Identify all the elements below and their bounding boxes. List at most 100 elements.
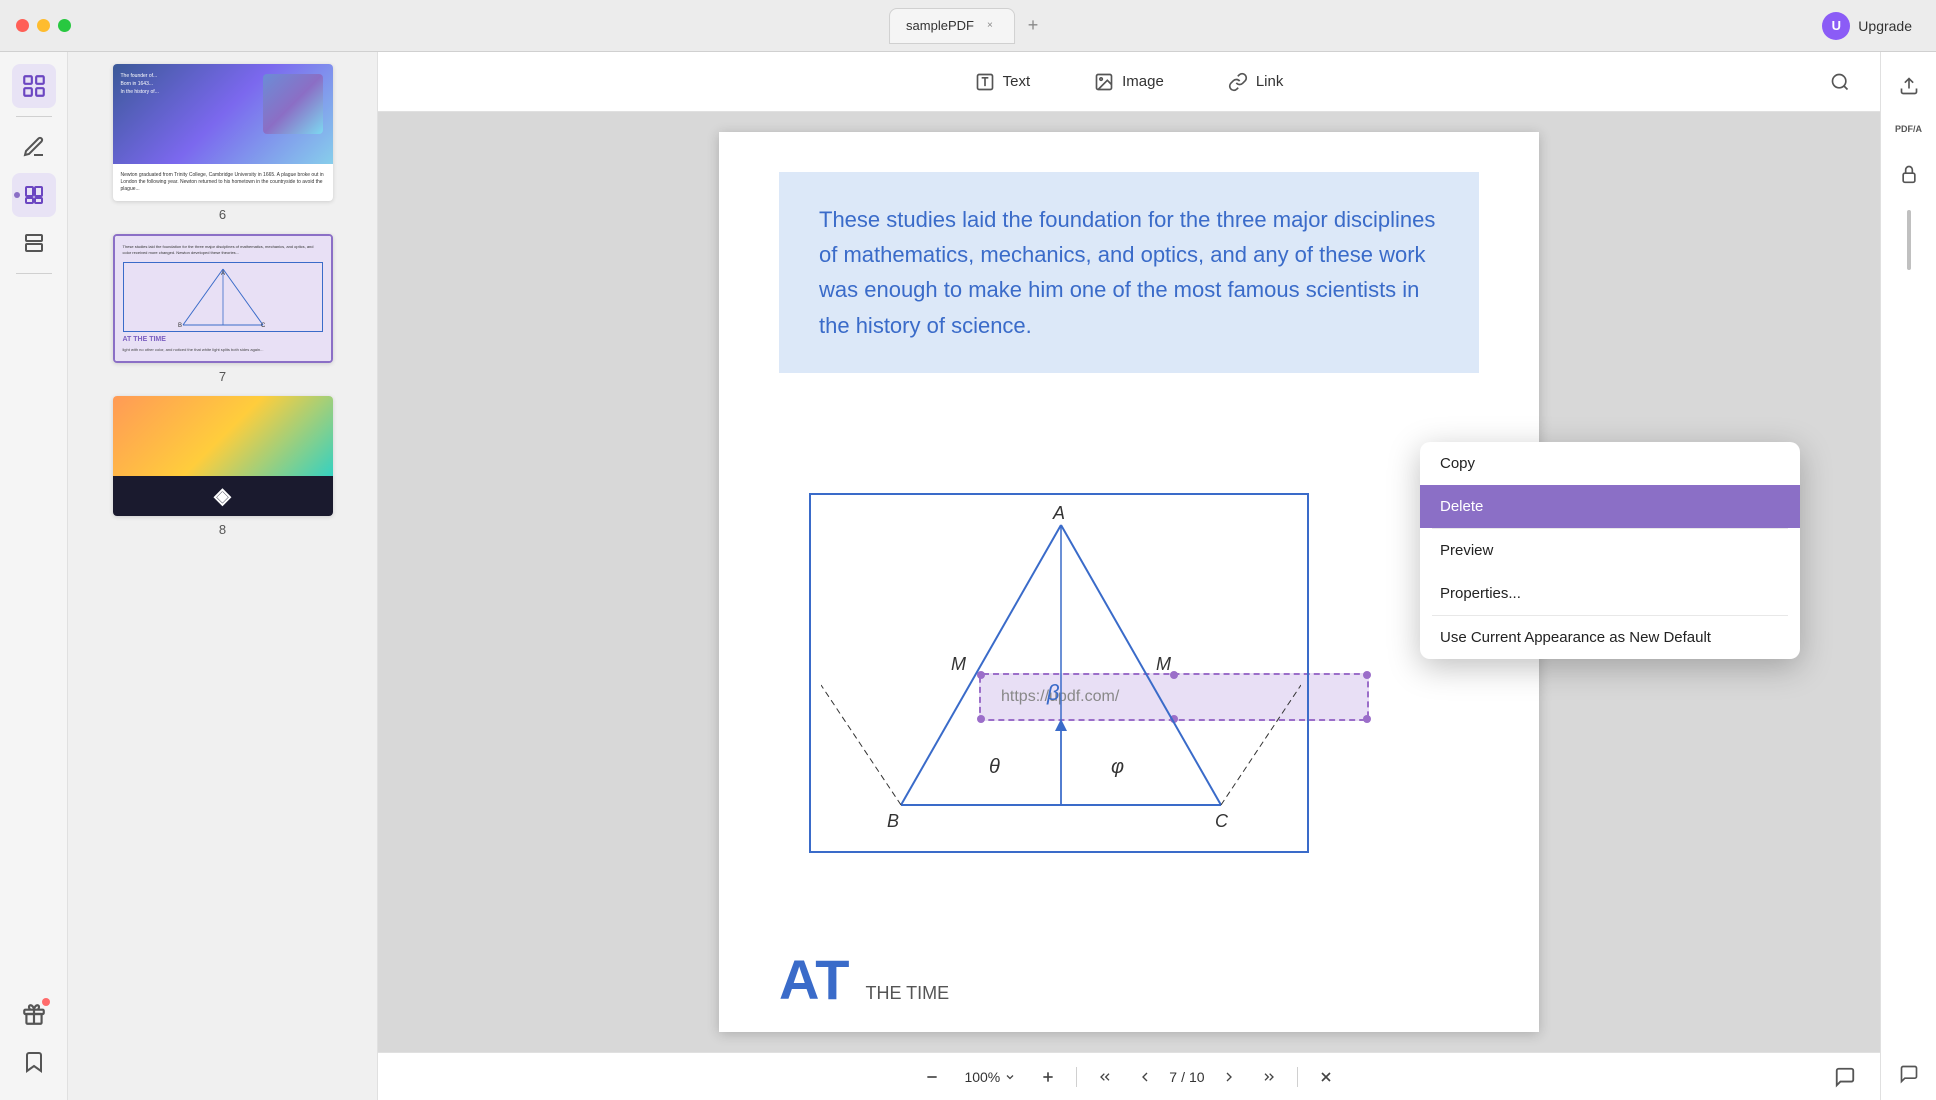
sidebar-item-layers[interactable] (12, 221, 56, 265)
right-comment-button[interactable] (1891, 1056, 1927, 1092)
svg-text:θ: θ (989, 756, 1000, 778)
next-page-button[interactable] (1213, 1061, 1245, 1093)
search-button[interactable] (1824, 66, 1856, 98)
menu-use-default[interactable]: Use Current Appearance as New Default (1420, 616, 1800, 659)
svg-text:φ: φ (1111, 756, 1124, 778)
sidebar-divider-1 (16, 116, 52, 117)
menu-properties[interactable]: Properties... (1420, 572, 1800, 615)
svg-text:C: C (1215, 811, 1229, 831)
minimize-button[interactable] (37, 19, 50, 32)
thumbnail-item-7[interactable]: These studies laid the foundation for th… (76, 234, 369, 384)
menu-copy[interactable]: Copy (1420, 442, 1800, 485)
thumb8-image (113, 396, 333, 476)
pdf-page: These studies laid the foundation for th… (719, 132, 1539, 1032)
sidebar-item-pen[interactable] (12, 125, 56, 169)
thumb6-top-image: The founder of...Born in 1643...In the h… (113, 64, 333, 164)
upgrade-label: Upgrade (1858, 18, 1912, 34)
titlebar: samplePDF × + U Upgrade (0, 0, 1936, 52)
pdf-tab[interactable]: samplePDF × (889, 8, 1015, 44)
image-icon (1094, 72, 1114, 92)
svg-text:M: M (1156, 654, 1171, 674)
thumbnail-panel[interactable]: The founder of...Born in 1643...In the h… (68, 52, 378, 1100)
thumb6-content: Newton graduated from Trinity College, C… (113, 164, 333, 201)
bottom-subtext: THE TIME (866, 983, 950, 1004)
pdfa-label: PDF/A (1895, 125, 1922, 135)
right-scrollbar[interactable] (1907, 210, 1911, 270)
content-area: Text Image Link (378, 52, 1880, 1100)
tab-title: samplePDF (906, 18, 974, 33)
total-pages: 10 (1189, 1069, 1205, 1085)
thumbnail-item-8[interactable]: ◈ 8 (76, 396, 369, 537)
link-icon (1228, 72, 1248, 92)
zoom-value: 100% (964, 1069, 1000, 1085)
svg-text:β: β (1046, 680, 1060, 705)
thumb-num-6: 6 (219, 207, 226, 222)
text-label: Text (1003, 73, 1031, 90)
image-tool-button[interactable]: Image (1078, 64, 1180, 100)
link-box-wrapper: https://updf.com/ (779, 393, 1479, 473)
tab-close-button[interactable]: × (982, 18, 998, 34)
sidebar-item-pages[interactable] (12, 173, 56, 217)
current-page: 7 (1169, 1069, 1177, 1085)
bottom-right-comment[interactable] (1834, 1066, 1856, 1088)
search-icon (1830, 72, 1850, 92)
user-avatar: U (1822, 12, 1850, 40)
svg-text:A: A (221, 271, 225, 277)
image-label: Image (1122, 73, 1164, 90)
thumbnail-item-6[interactable]: The founder of...Born in 1643...In the h… (76, 64, 369, 222)
zoom-display[interactable]: 100% (956, 1065, 1024, 1089)
upgrade-button[interactable]: U Upgrade (1822, 12, 1912, 40)
thumb-card-6[interactable]: The founder of...Born in 1643...In the h… (113, 64, 333, 201)
right-scrollbar-area (1907, 200, 1911, 280)
link-tool-button[interactable]: Link (1212, 64, 1300, 100)
prev-page-button[interactable] (1129, 1061, 1161, 1093)
sidebar-item-reader[interactable] (12, 64, 56, 108)
page-main-text: These studies laid the foundation for th… (819, 202, 1439, 343)
svg-text:A: A (1052, 505, 1065, 523)
handle-br (1363, 715, 1371, 723)
svg-text:B: B (887, 811, 899, 831)
thumb-num-8: 8 (219, 522, 226, 537)
menu-preview[interactable]: Preview (1420, 529, 1800, 572)
link-label: Link (1256, 73, 1284, 90)
thumb7-bg: These studies laid the foundation for th… (115, 236, 331, 361)
sidebar-bottom (12, 992, 56, 1100)
lock-icon (1899, 164, 1919, 184)
left-sidebar (0, 52, 68, 1100)
triangle-diagram: M M A B C β θ (821, 505, 1301, 845)
comment-icon (1834, 1066, 1856, 1088)
thumb-num-7: 7 (219, 369, 226, 384)
maximize-button[interactable] (58, 19, 71, 32)
text-tool-button[interactable]: Text (959, 64, 1047, 100)
menu-delete[interactable]: Delete (1420, 485, 1800, 528)
zoom-out-button[interactable] (916, 1061, 948, 1093)
close-overlay-button[interactable] (1310, 1061, 1342, 1093)
text-icon (975, 72, 995, 92)
tab-bar: samplePDF × + (889, 8, 1047, 44)
page-separator: / (1181, 1069, 1185, 1085)
svg-text:C: C (261, 323, 266, 327)
window-controls (0, 19, 71, 32)
thumb-card-7[interactable]: These studies laid the foundation for th… (113, 234, 333, 363)
main-layout: The founder of...Born in 1643...In the h… (0, 52, 1936, 1100)
page-display: 7 / 10 (1169, 1069, 1204, 1085)
right-export-button[interactable] (1891, 68, 1927, 104)
zoom-in-button[interactable] (1032, 1061, 1064, 1093)
close-button[interactable] (16, 19, 29, 32)
comment-sidebar-icon (1899, 1064, 1919, 1084)
page-text-section: These studies laid the foundation for th… (779, 172, 1479, 373)
toolbar-divider-2 (1297, 1067, 1298, 1087)
sidebar-item-bookmark[interactable] (12, 1040, 56, 1084)
handle-tr (1363, 671, 1371, 679)
right-sidebar: PDF/A (1880, 52, 1936, 1100)
zoom-dropdown-icon (1004, 1071, 1016, 1083)
last-page-button[interactable] (1253, 1061, 1285, 1093)
first-page-button[interactable] (1089, 1061, 1121, 1093)
right-pdfa-button[interactable]: PDF/A (1891, 112, 1927, 148)
right-secure-button[interactable] (1891, 156, 1927, 192)
pdf-viewport[interactable]: These studies laid the foundation for th… (378, 112, 1880, 1052)
new-tab-button[interactable]: + (1019, 12, 1047, 40)
thumb-card-8[interactable]: ◈ (113, 396, 333, 516)
sidebar-item-gift[interactable] (12, 992, 56, 1036)
bottom-toolbar: 100% 7 / 10 (378, 1052, 1880, 1100)
